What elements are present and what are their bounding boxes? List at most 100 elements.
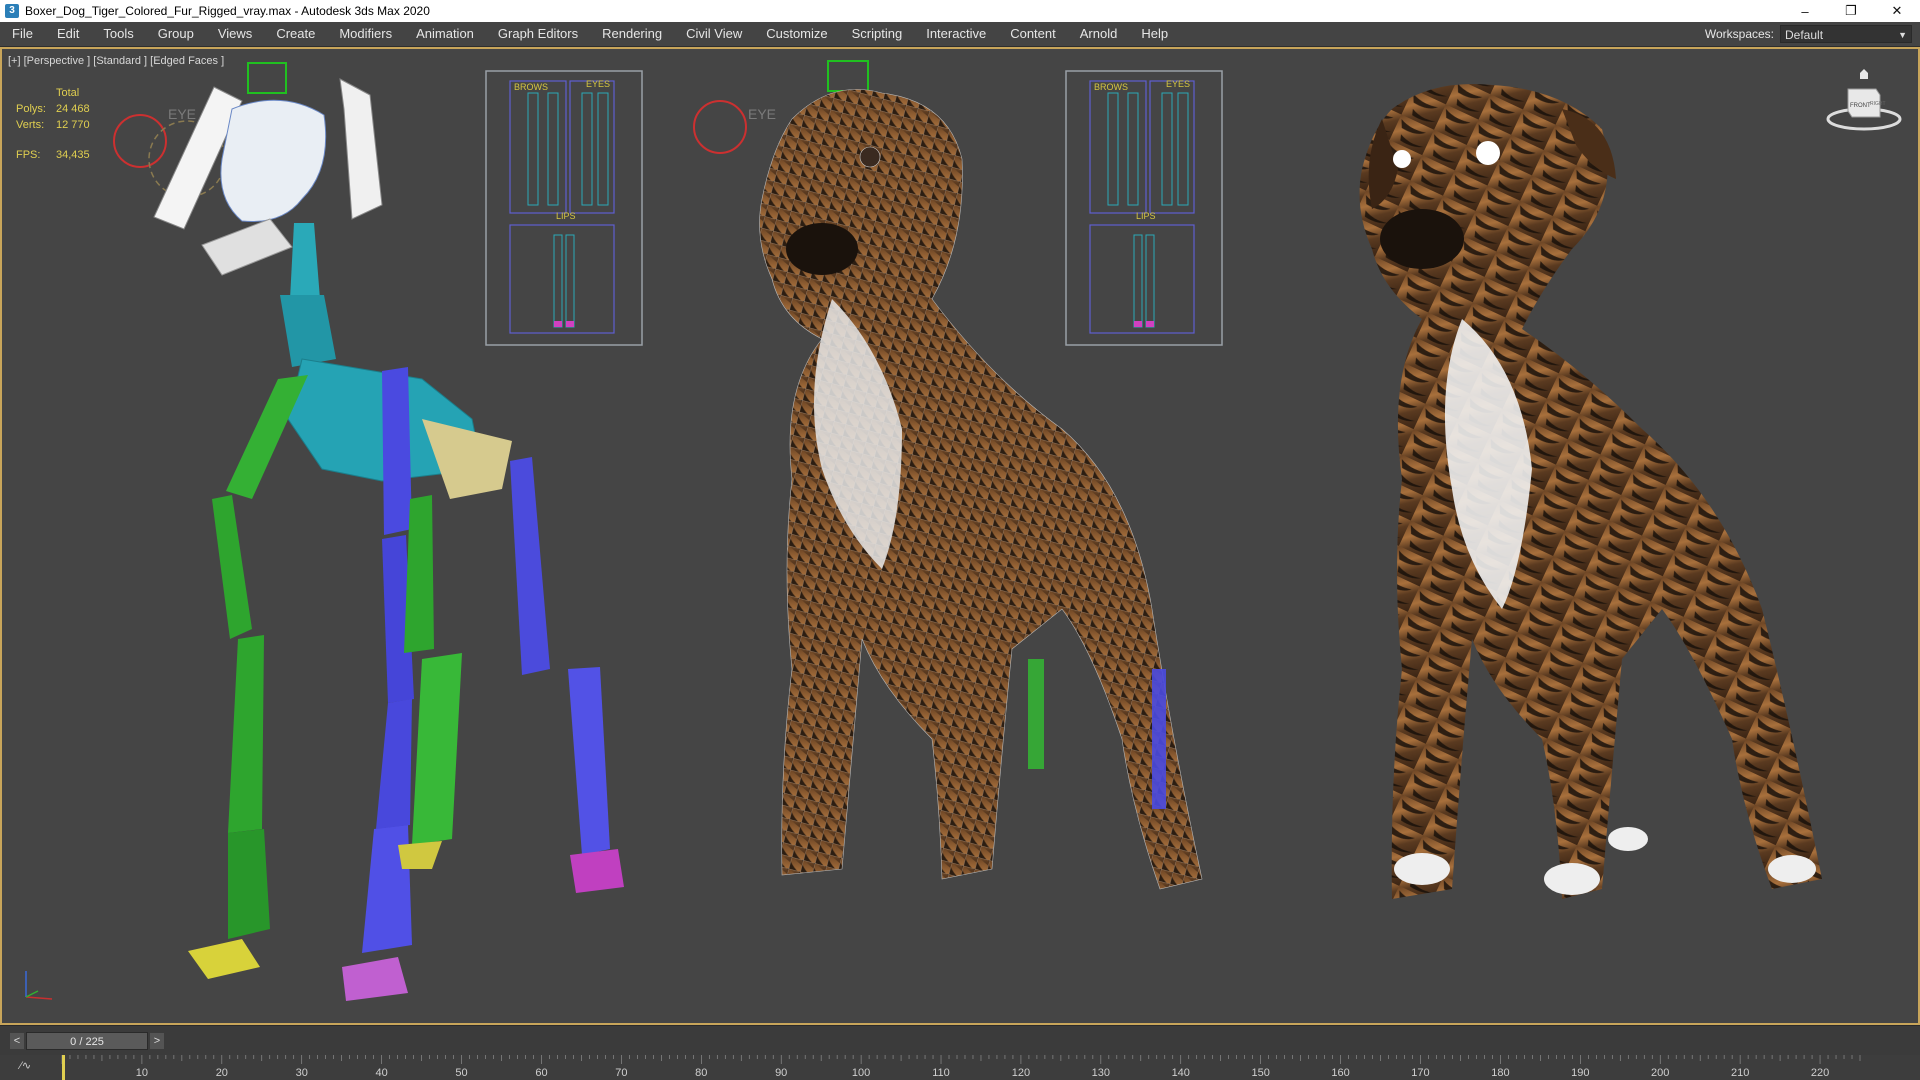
hind-right-thigh[interactable] [510, 457, 550, 675]
lips-label-2: LIPS [1136, 211, 1156, 221]
frame-tick-label: 150 [1251, 1067, 1269, 1079]
frame-tick-label: 70 [615, 1067, 627, 1079]
frame-tick-label: 190 [1571, 1067, 1589, 1079]
dog-mesh-wireframe[interactable]: EYE [693, 60, 1203, 890]
head-top-control[interactable] [247, 62, 287, 94]
dog-wire-eye [859, 146, 881, 168]
menu-item-civil-view[interactable]: Civil View [674, 22, 754, 46]
right-ear-bone[interactable] [339, 78, 383, 220]
frame-tick-label: 100 [852, 1067, 870, 1079]
hind-right-toes[interactable] [570, 849, 624, 893]
menu-item-edit[interactable]: Edit [45, 22, 91, 46]
front-right-lower-leg[interactable] [362, 825, 412, 953]
front-right-wrist[interactable] [376, 699, 412, 829]
eyes-label-2: EYES [1166, 79, 1190, 89]
frame-tick-label: 50 [455, 1067, 467, 1079]
jaw-bone[interactable] [201, 218, 293, 276]
viewcube-front-label: FRONT [1850, 103, 1871, 109]
front-left-lower-leg[interactable] [212, 495, 252, 639]
time-next-button[interactable]: > [150, 1033, 164, 1049]
frame-tick-label: 210 [1731, 1067, 1749, 1079]
time-prev-button[interactable]: < [10, 1033, 24, 1049]
eyes-label: EYES [586, 79, 610, 89]
dog-fur-body[interactable] [1359, 84, 1822, 899]
hind-right-shin[interactable] [568, 667, 610, 855]
menu-item-file[interactable]: File [8, 22, 45, 46]
front-left-upper-leg[interactable] [226, 375, 308, 499]
frame-tick-label: 120 [1012, 1067, 1030, 1079]
chevron-down-icon: ▼ [1898, 30, 1907, 40]
menu-item-interactive[interactable]: Interactive [914, 22, 998, 46]
eye-control-ring-2[interactable] [693, 100, 747, 154]
menu-items: File Edit Tools Group Views Create Modifiers An… [0, 22, 1705, 46]
track-bar[interactable]: ⁄∿ 10 20 30 40 50 60 70 80 90 100 110 120 130 140 150 1… [0, 1055, 1920, 1080]
workspaces: Workspaces: Default ▼ [1705, 25, 1920, 43]
menu-item-content[interactable]: Content [998, 22, 1068, 46]
viewcube-right-label: RIGHT [1870, 101, 1886, 107]
frame-tick-label: 170 [1411, 1067, 1429, 1079]
menu-item-rendering[interactable]: Rendering [590, 22, 674, 46]
key-filter-icon[interactable]: ⁄∿ [20, 1059, 31, 1072]
menu-item-create[interactable]: Create [264, 22, 327, 46]
head-top-control-2[interactable] [827, 60, 869, 92]
scene-objects[interactable]: EYE BROWS EYES LIPS BROWS EYES LIPS EYE [2, 49, 1918, 1023]
frame-tick-label: 10 [136, 1067, 148, 1079]
brows-label-2: BROWS [1094, 82, 1128, 92]
time-slider[interactable]: < 0 / 225 > [0, 1025, 1920, 1056]
frame-tick-label: 180 [1491, 1067, 1509, 1079]
hind-left-shin[interactable] [412, 653, 462, 845]
minimize-button[interactable]: – [1782, 0, 1828, 22]
menu-item-scripting[interactable]: Scripting [840, 22, 915, 46]
dog-wire-body[interactable] [759, 89, 1203, 890]
front-left-paw-bone[interactable] [228, 829, 270, 939]
title-bar: 3 Boxer_Dog_Tiger_Colored_Fur_Rigged_vra… [0, 0, 1920, 22]
dog-hind-right-paw [1768, 855, 1816, 883]
front-left-toes[interactable] [188, 939, 260, 979]
eye-control-ring[interactable] [113, 114, 167, 168]
dog-muzzle [1380, 209, 1464, 269]
dog-hind-left-paw [1608, 827, 1648, 851]
menu-item-graph-editors[interactable]: Graph Editors [486, 22, 590, 46]
hind-leg-ctrl-green[interactable] [1028, 659, 1044, 769]
dog-wire-muzzle [786, 223, 858, 275]
current-frame-marker[interactable] [62, 1055, 65, 1080]
neck-bone[interactable] [290, 223, 320, 299]
app-icon[interactable]: 3 [5, 4, 19, 18]
dog-right-eye [1476, 141, 1500, 165]
menu-item-customize[interactable]: Customize [754, 22, 839, 46]
front-right-upper-leg[interactable] [382, 367, 412, 535]
viewcube-icon[interactable]: FRONT RIGHT [1824, 69, 1904, 149]
facial-control-panel-1[interactable]: BROWS EYES LIPS [485, 70, 643, 346]
menu-item-views[interactable]: Views [206, 22, 264, 46]
hind-left-toes[interactable] [398, 841, 442, 869]
facial-control-panel-2[interactable]: BROWS EYES LIPS [1065, 70, 1223, 346]
menu-item-modifiers[interactable]: Modifiers [327, 22, 404, 46]
close-button[interactable]: ✕ [1874, 0, 1920, 22]
dog-rendered-fur[interactable] [1359, 84, 1822, 899]
neck-bone-lower[interactable] [280, 295, 336, 367]
frame-tick-label: 140 [1172, 1067, 1190, 1079]
menu-item-tools[interactable]: Tools [91, 22, 145, 46]
frame-tick-label: 90 [775, 1067, 787, 1079]
front-right-toes[interactable] [342, 957, 408, 1001]
menu-item-arnold[interactable]: Arnold [1068, 22, 1130, 46]
workspaces-dropdown[interactable]: Default ▼ [1780, 25, 1912, 43]
window-title: Boxer_Dog_Tiger_Colored_Fur_Rigged_vray.… [25, 4, 430, 18]
perspective-viewport[interactable]: [+] [Perspective ] [Standard ] [Edged Fa… [0, 47, 1920, 1025]
dog-left-eye [1393, 150, 1411, 168]
front-left-forearm[interactable] [228, 635, 264, 833]
frame-tick-label: 40 [376, 1067, 388, 1079]
frame-ruler[interactable]: 10 20 30 40 50 60 70 80 90 100 110 120 130 140 150 160 1… [60, 1055, 1900, 1080]
home-icon[interactable] [1860, 69, 1868, 79]
workspaces-label: Workspaces: [1704, 27, 1774, 41]
menu-item-group[interactable]: Group [146, 22, 206, 46]
head-bone[interactable] [220, 99, 327, 223]
hind-leg-ctrl-blue[interactable] [1152, 669, 1166, 809]
dog-front-right-paw [1544, 863, 1600, 895]
dog-front-left-paw [1394, 853, 1450, 885]
restore-button[interactable]: ❐ [1828, 0, 1874, 22]
menu-item-animation[interactable]: Animation [404, 22, 486, 46]
time-slider-thumb[interactable]: 0 / 225 [26, 1032, 148, 1050]
frame-tick-label: 200 [1651, 1067, 1669, 1079]
menu-item-help[interactable]: Help [1129, 22, 1180, 46]
